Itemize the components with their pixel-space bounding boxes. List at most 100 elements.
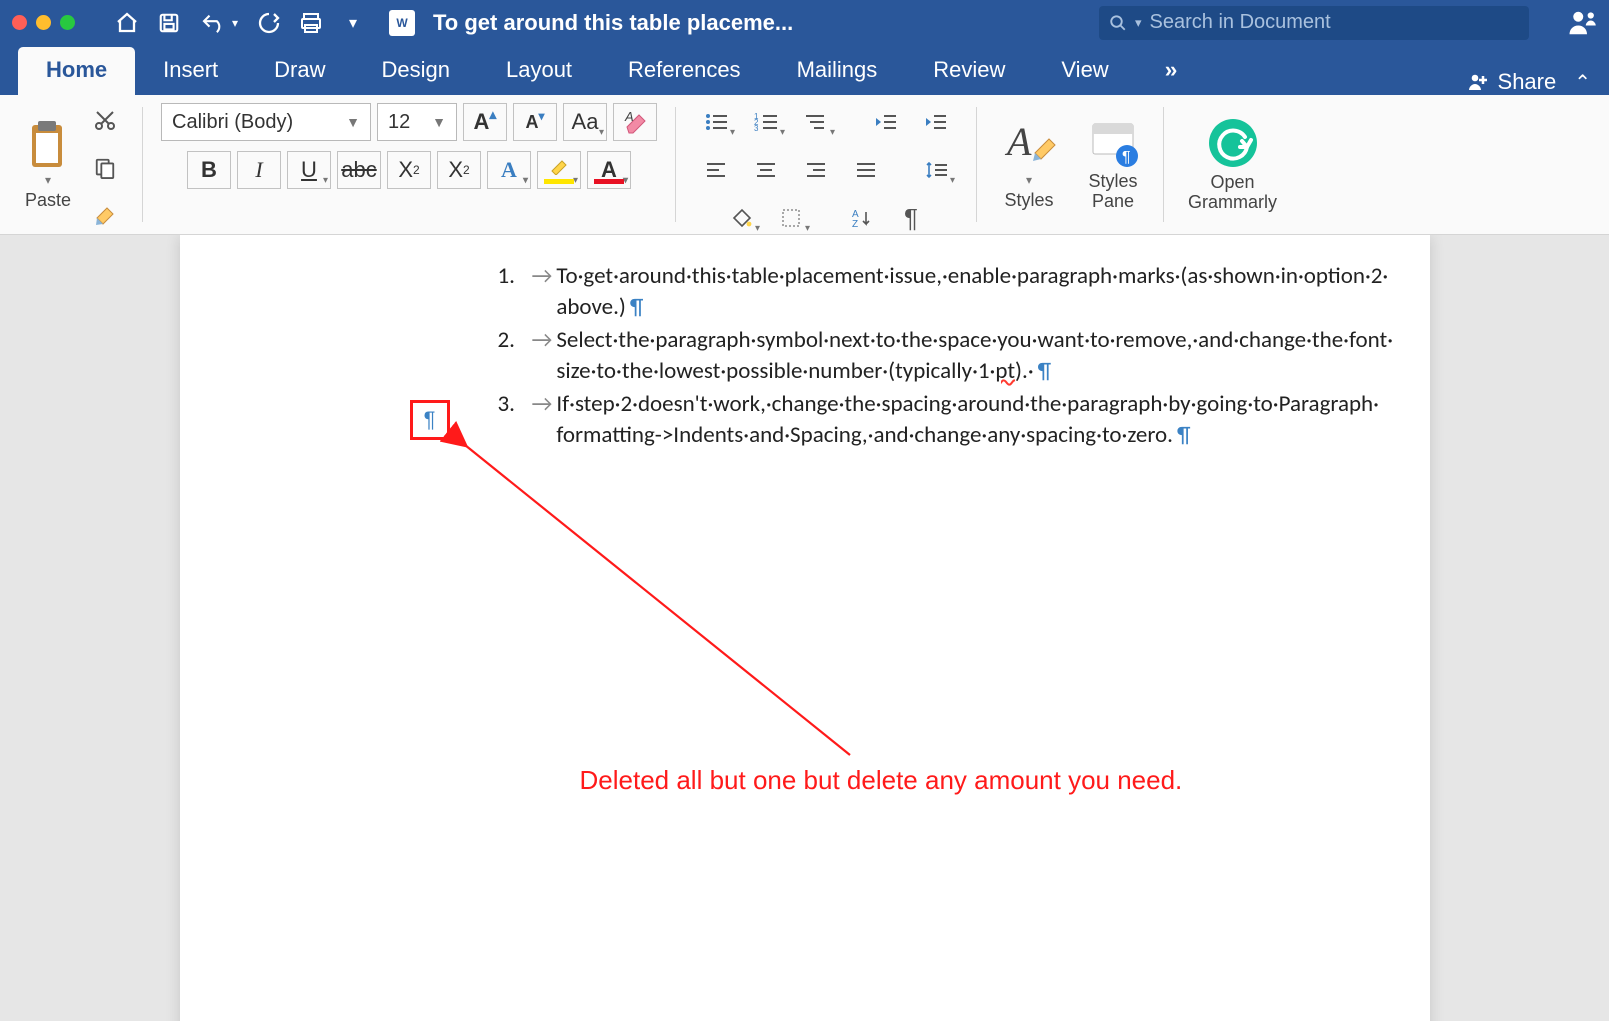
tab-draw[interactable]: Draw — [246, 47, 353, 95]
font-name-combo[interactable]: Calibri (Body)▼ — [161, 103, 371, 141]
decrease-font-button[interactable]: A▾ — [513, 103, 557, 141]
multilevel-icon — [804, 112, 828, 132]
svg-text:¶: ¶ — [1122, 149, 1131, 166]
styles-pane-button[interactable]: ¶ Styles Pane — [1081, 103, 1145, 226]
borders-button[interactable]: ▾ — [769, 199, 813, 237]
group-paragraph: ▾ 123▾ ▾ ▾ ▾ ▾ AZ ¶ — [694, 103, 958, 226]
tab-mailings[interactable]: Mailings — [769, 47, 906, 95]
cut-button[interactable] — [86, 101, 124, 139]
increase-font-button[interactable]: A▴ — [463, 103, 507, 141]
styles-pane-icon: ¶ — [1087, 118, 1139, 168]
increase-indent-button[interactable] — [914, 103, 958, 141]
print-icon[interactable] — [295, 7, 327, 39]
list-item: 3. → If·step·2·doesn't·work,·change·the·… — [498, 389, 1370, 451]
paste-label: Paste — [25, 191, 71, 211]
tab-arrow-icon: → — [532, 389, 553, 451]
superscript-button[interactable]: X2 — [437, 151, 481, 189]
decrease-indent-button[interactable] — [864, 103, 908, 141]
search-input[interactable]: ▾ Search in Document — [1099, 6, 1529, 40]
group-clipboard: ▾ Paste — [18, 103, 124, 226]
bold-button[interactable]: B — [187, 151, 231, 189]
justify-button[interactable] — [844, 151, 888, 189]
tab-view[interactable]: View — [1033, 47, 1136, 95]
tab-review[interactable]: Review — [905, 47, 1033, 95]
annotation-text: Deleted all but one but delete any amoun… — [580, 765, 1183, 796]
maximize-window-button[interactable] — [60, 15, 75, 30]
tab-layout[interactable]: Layout — [478, 47, 600, 95]
highlighter-icon — [550, 159, 568, 175]
collapse-ribbon-icon[interactable]: ⌃ — [1574, 70, 1591, 95]
list-text: Select·the·paragraph·symbol·next·to·the·… — [556, 325, 1393, 387]
grammarly-label: Open Grammarly — [1188, 173, 1277, 213]
font-size-combo[interactable]: 12▼ — [377, 103, 457, 141]
show-paragraph-marks-button[interactable]: ¶ — [889, 199, 933, 237]
bullets-icon — [704, 112, 728, 132]
account-icon[interactable] — [1567, 8, 1597, 38]
list-num: 2. — [498, 325, 532, 387]
list-text: To·get·around·this·table·placement·issue… — [556, 261, 1388, 323]
bullets-button[interactable]: ▾ — [694, 103, 738, 141]
grammarly-icon — [1207, 117, 1259, 169]
change-case-button[interactable]: Aa▾ — [563, 103, 607, 141]
share-icon — [1466, 70, 1490, 94]
justify-icon — [855, 161, 877, 179]
strikethrough-button[interactable]: abc — [337, 151, 381, 189]
scissors-icon — [93, 108, 117, 132]
tab-insert[interactable]: Insert — [135, 47, 246, 95]
svg-text:A: A — [624, 109, 634, 124]
outdent-icon — [874, 112, 898, 132]
undo-icon[interactable]: ▾ — [195, 7, 243, 39]
ribbon: ▾ Paste Calibri (Body)▼ 12▼ A▴ A▾ — [0, 95, 1609, 235]
list-num: 1. — [498, 261, 532, 323]
line-spacing-button[interactable]: ▾ — [914, 151, 958, 189]
numbering-button[interactable]: 123▾ — [744, 103, 788, 141]
pilcrow-icon: ¶ — [424, 407, 436, 433]
page[interactable]: 1. → To·get·around·this·table·placement·… — [180, 235, 1430, 1021]
copy-button[interactable] — [86, 149, 124, 187]
tab-more[interactable]: ›› — [1137, 47, 1204, 95]
subscript-button[interactable]: X2 — [387, 151, 431, 189]
font-name-value: Calibri (Body) — [172, 111, 293, 134]
close-window-button[interactable] — [12, 15, 27, 30]
customize-toolbar-icon[interactable]: ▾ — [337, 7, 369, 39]
share-label: Share — [1498, 69, 1557, 95]
pilcrow-icon: ¶ — [630, 293, 643, 321]
font-color-button[interactable]: A▾ — [587, 151, 631, 189]
save-icon[interactable] — [153, 7, 185, 39]
pilcrow-icon: ¶ — [1038, 357, 1051, 385]
redo-icon[interactable] — [253, 7, 285, 39]
tab-home[interactable]: Home — [18, 47, 135, 95]
list-item: 1. → To·get·around·this·table·placement·… — [498, 261, 1370, 323]
annotation-highlight-box: ¶ — [410, 400, 450, 440]
eraser-icon: A — [621, 109, 649, 135]
list-num: 3. — [498, 389, 532, 451]
styles-button[interactable]: A ▾ Styles — [995, 103, 1063, 226]
minimize-window-button[interactable] — [36, 15, 51, 30]
clear-formatting-button[interactable]: A — [613, 103, 657, 141]
svg-text:3: 3 — [754, 124, 759, 132]
format-painter-button[interactable] — [86, 197, 124, 235]
multilevel-list-button[interactable]: ▾ — [794, 103, 838, 141]
styles-label: Styles — [1004, 191, 1053, 211]
align-right-button[interactable] — [794, 151, 838, 189]
share-button[interactable]: Share — [1466, 69, 1557, 95]
search-placeholder: Search in Document — [1150, 11, 1331, 34]
grammarly-button[interactable]: Open Grammarly — [1182, 103, 1283, 226]
align-center-button[interactable] — [744, 151, 788, 189]
italic-button[interactable]: I — [237, 151, 281, 189]
highlight-button[interactable]: ▾ — [537, 151, 581, 189]
paintbrush-icon — [93, 204, 117, 228]
document-canvas: 1. → To·get·around·this·table·placement·… — [0, 235, 1609, 1021]
text-effects-button[interactable]: A▾ — [487, 151, 531, 189]
home-icon[interactable] — [111, 7, 143, 39]
underline-button[interactable]: U▾ — [287, 151, 331, 189]
tab-design[interactable]: Design — [354, 47, 478, 95]
tab-references[interactable]: References — [600, 47, 769, 95]
numbering-icon: 123 — [754, 112, 778, 132]
svg-text:Z: Z — [852, 219, 858, 228]
shading-button[interactable]: ▾ — [719, 199, 763, 237]
align-left-button[interactable] — [694, 151, 738, 189]
sort-button[interactable]: AZ — [839, 199, 883, 237]
clipboard-icon — [24, 119, 72, 173]
paste-button[interactable]: ▾ Paste — [18, 117, 78, 213]
